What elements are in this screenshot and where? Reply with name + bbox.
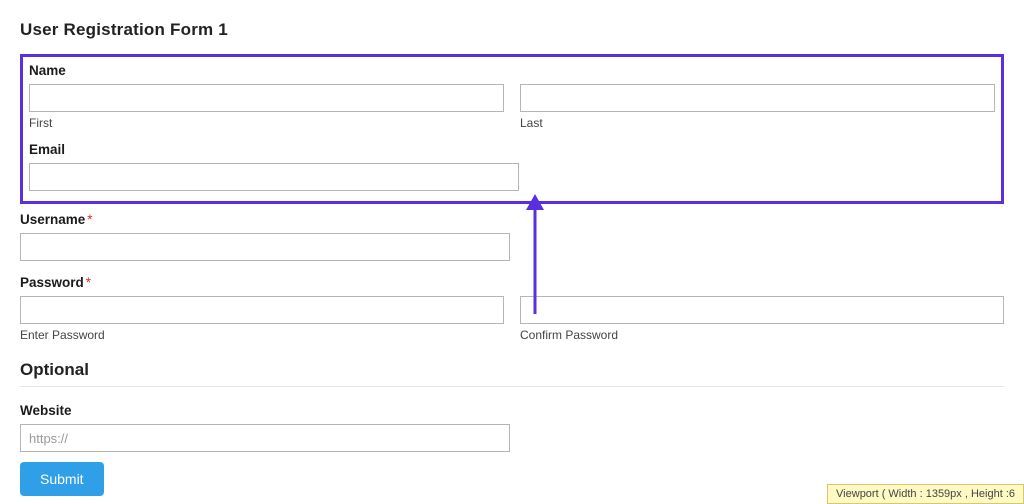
name-row: First Last [29,84,995,130]
username-label: Username* [20,212,1004,227]
enter-password-input[interactable] [20,296,504,324]
password-confirm-col: Confirm Password [520,296,1004,342]
email-label: Email [29,142,995,157]
name-first-col: First [29,84,504,130]
first-name-sublabel: First [29,116,504,130]
confirm-password-input[interactable] [520,296,1004,324]
password-group: Password* Enter Password Confirm Passwor… [20,275,1004,342]
highlight-box: Name First Last Email [20,54,1004,204]
username-required-star: * [87,212,92,227]
username-label-text: Username [20,212,85,227]
page-container: User Registration Form 1 Name First Last… [0,0,1024,496]
name-label: Name [29,63,995,78]
email-col [29,163,519,191]
last-name-sublabel: Last [520,116,995,130]
submit-button[interactable]: Submit [20,462,104,496]
password-label: Password* [20,275,1004,290]
page-title: User Registration Form 1 [20,20,1004,40]
password-row: Enter Password Confirm Password [20,296,1004,342]
website-group: Website [20,403,1004,452]
optional-heading: Optional [20,360,1004,387]
website-label: Website [20,403,1004,418]
last-name-input[interactable] [520,84,995,112]
first-name-input[interactable] [29,84,504,112]
email-input[interactable] [29,163,519,191]
name-last-col: Last [520,84,995,130]
username-group: Username* [20,212,1004,261]
password-required-star: * [86,275,91,290]
viewport-badge: Viewport ( Width : 1359px , Height :6 [827,484,1024,504]
password-label-text: Password [20,275,84,290]
password-enter-col: Enter Password [20,296,504,342]
website-input[interactable] [20,424,510,452]
enter-password-sublabel: Enter Password [20,328,504,342]
confirm-password-sublabel: Confirm Password [520,328,1004,342]
username-input[interactable] [20,233,510,261]
